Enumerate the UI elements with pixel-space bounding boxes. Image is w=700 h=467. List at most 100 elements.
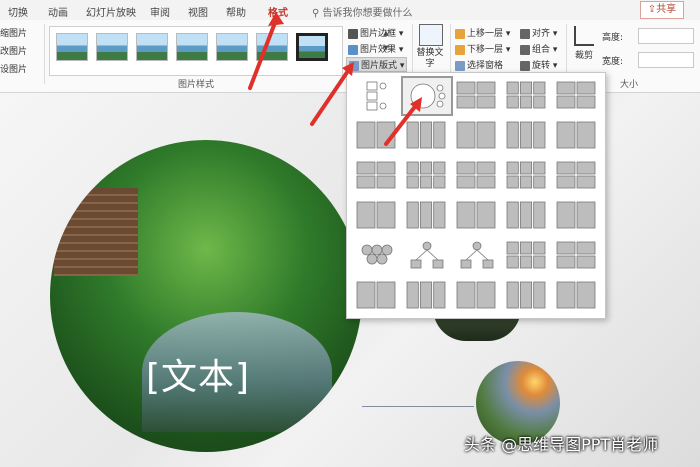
bring-forward-label: 上移一层 — [467, 29, 504, 39]
layout-option[interactable] — [553, 78, 601, 114]
layout-option[interactable] — [553, 238, 601, 274]
text-placeholder[interactable]: [文本] — [146, 348, 250, 400]
search-icon: ⚲ — [312, 8, 320, 19]
compress-pictures-button[interactable]: 缩图片 — [0, 26, 27, 39]
layout-option[interactable] — [401, 76, 453, 116]
width-field[interactable] — [638, 52, 694, 68]
tab-animations[interactable]: 动画 — [48, 4, 68, 19]
picture-layout-button[interactable]: 图片版式 ▾ — [346, 57, 408, 72]
selection-pane-button[interactable]: 选择窗格 — [455, 58, 503, 71]
layout-option[interactable] — [453, 278, 501, 314]
layout-option-icon — [556, 241, 596, 269]
tab-view[interactable]: 视图 — [188, 4, 208, 19]
picture-style-thumb[interactable] — [176, 33, 208, 61]
picture-effects-label: 图片效果 — [360, 45, 397, 55]
picture-style-thumb[interactable] — [256, 33, 288, 61]
alt-text-label: 替换文字 — [416, 48, 444, 69]
reset-picture-button[interactable]: 设图片 — [0, 62, 27, 75]
picture-effects-button[interactable]: 图片效果 ▾ — [348, 42, 403, 55]
layout-option-icon — [356, 121, 396, 149]
tell-me-text: 告诉我你想要做什么 — [322, 8, 413, 19]
layout-option-icon — [556, 161, 596, 189]
layout-option-icon — [410, 83, 446, 109]
layout-option[interactable] — [453, 198, 501, 234]
group-button[interactable]: 组合 ▾ — [520, 42, 557, 55]
layout-option-icon — [361, 244, 393, 265]
layout-option[interactable] — [553, 158, 601, 194]
layout-option[interactable] — [503, 238, 551, 274]
tab-slideshow[interactable]: 幻灯片放映 — [86, 4, 136, 19]
picture-style-thumb[interactable] — [296, 33, 328, 61]
share-button[interactable]: ⇪共享 — [640, 1, 684, 19]
share-label: 共享 — [656, 4, 677, 15]
layout-option-icon — [366, 81, 387, 111]
layout-option[interactable] — [553, 198, 601, 234]
layout-option-icon — [406, 121, 446, 149]
layout-option[interactable] — [453, 78, 501, 114]
picture-styles-label: 图片样式 — [178, 80, 215, 90]
rotate-button[interactable]: 旋转 ▾ — [520, 58, 557, 71]
align-label: 对齐 — [532, 29, 551, 39]
layout-option-icon — [556, 81, 596, 109]
layout-option[interactable] — [353, 198, 401, 234]
layout-option-icon — [406, 201, 446, 229]
alt-text-button[interactable]: 替换文字 — [416, 24, 446, 70]
bring-forward-button[interactable]: 上移一层 ▾ — [455, 26, 510, 39]
layout-option[interactable] — [403, 198, 451, 234]
rotate-icon — [520, 60, 530, 71]
rotate-label: 旋转 — [532, 61, 551, 71]
layout-option-icon — [506, 281, 546, 309]
picture-style-thumb[interactable] — [136, 33, 168, 61]
tell-me-search[interactable]: ⚲ 告诉我你想要做什么 — [312, 4, 413, 19]
layout-option-icon — [456, 81, 496, 109]
align-button[interactable]: 对齐 ▾ — [520, 26, 557, 39]
layout-option[interactable] — [553, 118, 601, 154]
height-field[interactable] — [638, 28, 694, 44]
main-circle-photo[interactable]: [文本] — [50, 140, 362, 452]
picture-style-thumb[interactable] — [216, 33, 248, 61]
layout-option-icon — [556, 121, 596, 149]
send-backward-label: 下移一层 — [467, 45, 504, 55]
picture-styles-gallery[interactable]: ▲ ▼ ▾ — [49, 26, 389, 76]
alt-text-icon — [419, 24, 443, 46]
crop-icon — [574, 26, 594, 46]
pen-icon — [348, 28, 358, 39]
size-group-label: 大小 — [620, 80, 639, 90]
layout-option-icon — [406, 161, 446, 189]
layout-option[interactable] — [503, 278, 551, 314]
picture-style-thumb[interactable] — [56, 33, 88, 61]
layout-option[interactable] — [353, 278, 401, 314]
layout-option[interactable] — [403, 238, 451, 274]
effects-icon — [348, 44, 358, 55]
layout-option[interactable] — [403, 278, 451, 314]
layout-option[interactable] — [453, 238, 501, 274]
layout-option-icon — [456, 161, 496, 189]
layout-option[interactable] — [353, 238, 401, 274]
layout-option[interactable] — [353, 118, 401, 154]
layout-option[interactable] — [453, 118, 501, 154]
ribbon-separator — [44, 24, 45, 84]
tab-format[interactable]: 格式 — [268, 4, 288, 19]
layout-option-icon — [506, 201, 546, 229]
picture-border-button[interactable]: 图片边框 ▾ — [348, 26, 403, 39]
layout-option[interactable] — [353, 158, 401, 194]
change-picture-button[interactable]: 改图片 — [0, 44, 27, 57]
layout-option[interactable] — [503, 158, 551, 194]
layout-option[interactable] — [503, 198, 551, 234]
tab-help[interactable]: 帮助 — [226, 4, 246, 19]
layout-icon — [349, 60, 359, 71]
layout-option[interactable] — [553, 278, 601, 314]
layout-option[interactable] — [453, 158, 501, 194]
layout-option[interactable] — [503, 78, 551, 114]
group-icon — [520, 44, 530, 55]
layout-option[interactable] — [503, 118, 551, 154]
send-backward-button[interactable]: 下移一层 ▾ — [455, 42, 510, 55]
picture-style-thumb[interactable] — [96, 33, 128, 61]
tab-transitions[interactable]: 切换 — [8, 4, 28, 19]
tab-review[interactable]: 审阅 — [150, 4, 170, 19]
layout-option[interactable] — [403, 158, 451, 194]
layout-option-icon — [356, 161, 396, 189]
crop-button[interactable]: 裁剪 — [572, 26, 596, 61]
layout-option[interactable] — [353, 78, 401, 114]
layout-option[interactable] — [403, 118, 451, 154]
